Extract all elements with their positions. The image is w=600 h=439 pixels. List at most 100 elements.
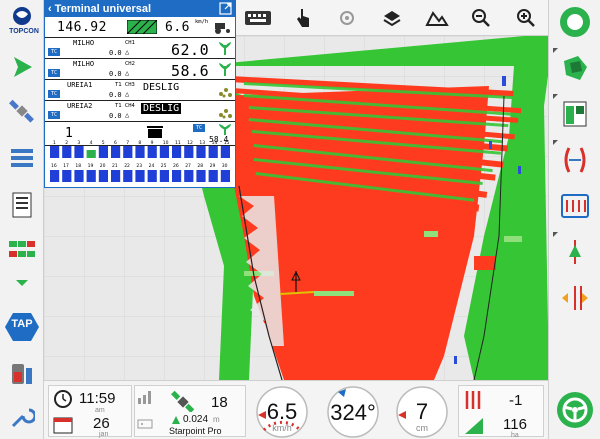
section-bar[interactable] [220,146,230,158]
granules-icon [219,109,232,119]
channel-name: MILHO [73,60,95,68]
pattern-icon [561,194,589,218]
status-bar: 11:59 am 26 jan 18 0.024 m Starpoint Pro… [44,380,548,439]
gps-settings-button[interactable] [2,92,42,130]
speed-gauge[interactable]: 6.5 km/h [250,385,314,438]
expand-menu-button[interactable] [2,276,42,290]
channel-id: CH2 [125,61,135,67]
section-bar[interactable] [147,170,157,182]
zoom-out-button[interactable] [459,0,504,35]
checklist-button[interactable] [2,232,42,270]
touch-button[interactable] [281,0,326,35]
section-bar[interactable] [184,170,194,182]
section-bar[interactable] [50,146,60,158]
section-bar[interactable] [196,170,206,182]
steering-wheel-icon [557,392,593,428]
channel-small-value: 0.0 [109,49,122,57]
topcon-logo: TOPCON [2,4,42,38]
wrench-icon [11,408,35,428]
record-button[interactable] [553,2,597,42]
section-bar[interactable] [123,170,133,182]
back-chevron-icon[interactable]: ‹ [48,3,52,15]
guidance-lines-button[interactable] [553,140,597,180]
layers-button[interactable] [370,0,415,35]
center-location-button[interactable] [325,0,370,35]
offset-gauge[interactable]: 7 cm [390,385,454,438]
section-bar[interactable] [62,146,72,158]
layers-icon [383,10,401,26]
channel-status: DESLIG [141,103,182,114]
zoom-in-button[interactable] [503,0,548,35]
section-bar[interactable] [220,170,230,182]
section-bar[interactable] [98,146,108,158]
zoom-in-icon [516,8,535,27]
section-number: 24 [149,163,155,169]
section-bar[interactable] [147,146,157,158]
channel-row-3[interactable]: UREIA1 T1 CH3 TC 0.0 △ DESLIG [45,80,235,101]
section-status-grid[interactable]: 1 2 3 4 5 6 7 8 9 10 11 12 13 14 15 16 17 18 19 20 21 22 23 24… [47,139,233,185]
section-bar[interactable] [111,170,121,182]
clock-icon [54,390,72,408]
section-bar[interactable] [208,146,218,158]
tank-button[interactable] [2,354,42,392]
guidance-arrow-button[interactable] [2,48,42,86]
section-bar[interactable] [62,170,72,182]
section-bar[interactable] [74,170,84,182]
expand-icon[interactable] [219,2,232,15]
channel-id: CH1 [125,40,135,46]
tc-badge: TC [48,69,60,77]
universal-terminal-panel[interactable]: ‹ Terminal universal 146.92 6.6 km/h MIL… [44,0,236,188]
channel-id: T1 CH4 [115,103,135,109]
field-boundary-button[interactable] [553,48,597,88]
section-bar[interactable] [86,170,96,182]
terminal-title: Terminal universal [54,3,152,15]
tap-button[interactable]: TAP [2,308,42,346]
channel-row-1[interactable]: MILHO CH1 TC 0.0 △ 62.0 [45,38,235,59]
autosteer-engage-button[interactable] [553,390,597,430]
section-bar[interactable] [98,170,108,182]
section-bar[interactable] [123,146,133,158]
heading-gauge[interactable]: 324° [320,385,386,438]
section-number: 28 [197,163,203,169]
section-number: 13 [199,140,205,146]
calendar-icon [53,417,73,434]
plant-icon [219,42,231,55]
section-bar[interactable] [208,170,218,182]
section-bar[interactable] [86,150,96,158]
terminal-header[interactable]: ‹ Terminal universal [45,1,235,17]
terrain-view-icon [424,10,449,26]
section-bar[interactable] [172,146,182,158]
document-icon [12,192,32,218]
section-number: 21 [112,163,118,169]
accuracy-unit: m [213,415,220,424]
channel-row-2[interactable]: MILHO CH2 TC 0.0 △ 58.6 [45,59,235,80]
clock-panel[interactable]: 11:59 am 26 jan [48,385,132,438]
settings-button[interactable] [2,398,42,436]
pattern-button[interactable] [553,186,597,226]
keyboard-button[interactable] [236,0,281,35]
section-bar[interactable] [184,146,194,158]
channel-row-4[interactable]: UREIA2 T1 CH4 TC 0.0 △ DESLIG [45,101,235,122]
field-view-button[interactable] [553,94,597,134]
section-bar[interactable] [135,146,145,158]
shift-line-button[interactable] [553,278,597,318]
section-bar[interactable] [196,146,206,158]
area-panel[interactable]: -1 116 ha [458,385,544,439]
section-bar[interactable] [172,170,182,182]
record-circle-icon [560,7,590,37]
section-bar[interactable] [111,146,121,158]
view-mode-button[interactable] [414,0,459,35]
job-report-button[interactable] [2,186,42,224]
section-bar[interactable] [135,170,145,182]
section-bar[interactable] [159,146,169,158]
section-bar[interactable] [74,146,84,158]
lightbar-button[interactable] [2,140,42,178]
speed-unit: km/h [272,423,292,433]
rate-value: 6.6 [165,20,190,35]
gps-panel[interactable]: 18 0.024 m Starpoint Pro [134,385,246,437]
steering-button[interactable] [553,232,597,272]
delta-icon: △ [125,48,130,56]
section-bar[interactable] [50,170,60,182]
field-boundary-icon [564,56,587,80]
section-bar[interactable] [159,170,169,182]
